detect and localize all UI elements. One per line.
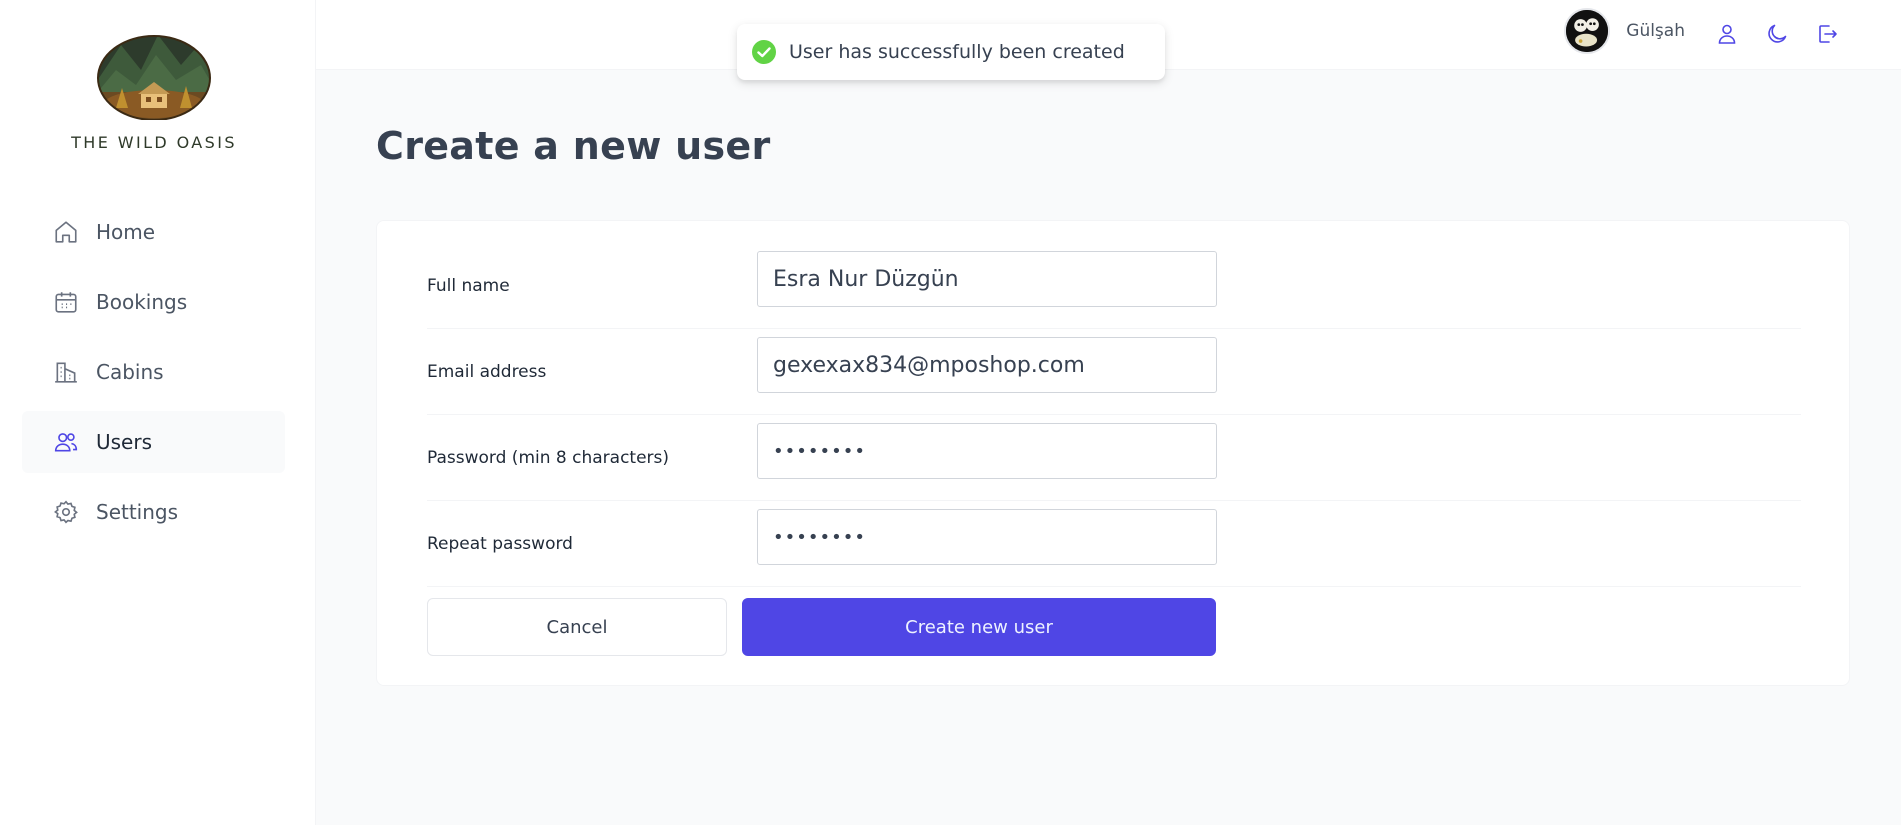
logo[interactable]: THE WILD OASIS — [0, 30, 308, 152]
password-label: Password (min 8 characters) — [427, 447, 670, 468]
create-user-button[interactable]: Create new user — [742, 598, 1216, 656]
home-icon — [52, 218, 80, 246]
moon-icon[interactable] — [1761, 18, 1793, 50]
user-name: Gülşah — [1626, 21, 1685, 41]
page-title: Create a new user — [376, 124, 771, 168]
sidebar: THE WILD OASIS Home Bookings Cabins User… — [0, 0, 316, 825]
sidebar-item-label: Cabins — [96, 360, 164, 384]
buildings-icon — [52, 358, 80, 386]
calendar-icon — [52, 288, 80, 316]
gear-icon — [52, 498, 80, 526]
check-circle-icon — [752, 40, 776, 64]
toast-message: User has successfully been created — [789, 41, 1125, 63]
header-actions — [1711, 18, 1843, 50]
sidebar-item-cabins[interactable]: Cabins — [22, 341, 285, 403]
form-row-email: Email address — [427, 329, 1801, 415]
sidebar-item-home[interactable]: Home — [22, 201, 285, 263]
sidebar-item-label: Settings — [96, 500, 179, 524]
form-actions: Cancel Create new user — [427, 598, 1227, 656]
repeat-password-field[interactable] — [757, 509, 1217, 565]
users-icon — [52, 428, 80, 456]
form-row-full-name: Full name — [427, 243, 1801, 329]
email-field[interactable] — [757, 337, 1217, 393]
sidebar-item-label: Users — [96, 430, 153, 454]
password-field[interactable] — [757, 423, 1217, 479]
sidebar-item-bookings[interactable]: Bookings — [22, 271, 285, 333]
form-row-password: Password (min 8 characters) — [427, 415, 1801, 501]
success-toast: User has successfully been created — [737, 24, 1165, 80]
avatar — [1564, 8, 1611, 54]
sidebar-item-label: Home — [96, 220, 156, 244]
form-row-repeat-password: Repeat password — [427, 501, 1801, 587]
logout-icon[interactable] — [1811, 18, 1843, 50]
user-icon[interactable] — [1711, 18, 1743, 50]
email-label: Email address — [427, 361, 547, 382]
main-nav: Home Bookings Cabins Users Settings — [22, 201, 285, 551]
full-name-field[interactable] — [757, 251, 1217, 307]
sidebar-item-users[interactable]: Users — [22, 411, 285, 473]
sidebar-item-label: Bookings — [96, 290, 188, 314]
user-profile[interactable]: Gülşah — [1564, 8, 1685, 54]
logo-mountain-cabin-icon — [97, 35, 211, 120]
full-name-label: Full name — [427, 275, 510, 296]
cancel-button[interactable]: Cancel — [427, 598, 727, 656]
brand-name: THE WILD OASIS — [71, 133, 237, 152]
create-user-form: Full name Email address Password (min 8 … — [376, 220, 1850, 686]
sidebar-item-settings[interactable]: Settings — [22, 481, 285, 543]
repeat-password-label: Repeat password — [427, 533, 573, 554]
